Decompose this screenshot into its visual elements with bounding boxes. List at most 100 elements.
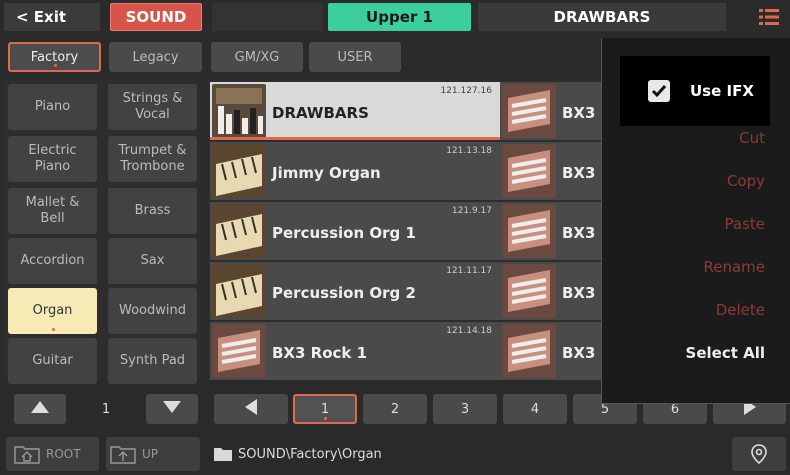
menu-item-label: Select All xyxy=(685,344,765,362)
bx3-organ-thumb xyxy=(502,204,556,258)
category-label: Trumpet & Trombone xyxy=(118,143,187,174)
category-organ[interactable]: Organ xyxy=(8,288,97,334)
category-scroll-up-button[interactable] xyxy=(14,394,66,424)
page-number: 2 xyxy=(390,401,400,417)
page-number: 1 xyxy=(320,401,330,417)
bx3-organ-thumb xyxy=(502,264,556,318)
menu-item-paste: Paste xyxy=(602,204,790,244)
topbar-spacer xyxy=(212,3,322,31)
sound-name: Percussion Org 1 xyxy=(272,224,416,242)
organ-keys-thumb xyxy=(212,264,266,318)
sound-item-percussion-org-2[interactable]: Percussion Org 2 121.11.17 xyxy=(210,262,500,320)
page-button-3[interactable]: 3 xyxy=(433,394,497,424)
page-prev-button[interactable] xyxy=(214,394,288,424)
category-label: Electric Piano xyxy=(28,143,77,174)
sound-name: DRAWBARS xyxy=(272,104,369,122)
sound-name: BX3 xyxy=(562,284,596,302)
category-sax[interactable]: Sax xyxy=(108,238,197,284)
sound-name: BX3 xyxy=(562,224,596,242)
folder-icon xyxy=(214,447,232,461)
folder-home-icon xyxy=(14,444,40,464)
location-button[interactable] xyxy=(732,437,786,471)
menu-item-rename: Rename xyxy=(602,247,790,287)
category-accordion[interactable]: Accordion xyxy=(8,238,97,284)
menu-item-delete: Delete xyxy=(602,290,790,330)
use-ifx-label: Use IFX xyxy=(690,82,754,100)
checkbox-checked-icon xyxy=(648,80,670,102)
category-label: Piano xyxy=(34,99,71,114)
use-ifx-item[interactable]: Use IFX xyxy=(620,56,770,126)
page-number: 3 xyxy=(460,401,470,417)
program-code: 121.13.18 xyxy=(446,146,492,156)
tab-label: GM/XG xyxy=(234,49,280,65)
menu-item-label: Cut xyxy=(739,129,765,147)
category-panel: Piano Strings & Vocal Electric Piano Tru… xyxy=(4,80,200,384)
exit-button[interactable]: < Exit xyxy=(4,3,100,31)
menu-item-copy: Copy xyxy=(602,161,790,201)
bx3-organ-thumb xyxy=(502,324,556,378)
menu-item-label: Copy xyxy=(726,172,765,190)
sound-item-drawbars[interactable]: DRAWBARS 121.127.16 xyxy=(210,82,500,140)
bx3-organ-thumb xyxy=(502,84,556,138)
root-button[interactable]: ROOT xyxy=(6,437,99,471)
category-woodwind[interactable]: Woodwind xyxy=(108,288,197,334)
sound-mode-button[interactable]: SOUND xyxy=(110,3,202,31)
tab-legacy[interactable]: Legacy xyxy=(109,42,202,72)
sound-name: Percussion Org 2 xyxy=(272,284,416,302)
triangle-down-icon xyxy=(163,401,181,417)
menu-item-label: Rename xyxy=(703,258,765,276)
sound-name: BX3 xyxy=(562,104,596,122)
menu-item-select-all[interactable]: Select All xyxy=(602,333,790,373)
page-menu-dropdown: Use IFX Cut Copy Paste Rename Delete Sel… xyxy=(601,38,790,404)
category-page-number: 1 xyxy=(101,401,111,417)
program-code: 121.127.16 xyxy=(440,86,492,96)
organ-keys-thumb xyxy=(212,204,266,258)
tab-label: USER xyxy=(337,49,373,65)
page-number: 4 xyxy=(530,401,540,417)
category-label: Brass xyxy=(134,203,171,218)
page-button-1[interactable]: 1 xyxy=(293,394,357,424)
triangle-up-icon xyxy=(31,401,49,417)
category-electric-piano[interactable]: Electric Piano xyxy=(8,136,97,182)
triangle-left-icon xyxy=(245,399,257,419)
folder-up-icon xyxy=(110,444,136,464)
sound-item-jimmy-organ[interactable]: Jimmy Organ 121.13.18 xyxy=(210,142,500,200)
sound-item-percussion-org-1[interactable]: Percussion Org 1 121.9.17 xyxy=(210,202,500,260)
tab-label: Factory xyxy=(30,49,79,65)
up-button[interactable]: UP xyxy=(106,437,200,471)
organ-keys-thumb xyxy=(212,144,266,198)
page-menu-icon[interactable] xyxy=(752,3,786,31)
tab-gm-xg[interactable]: GM/XG xyxy=(211,42,303,72)
category-label: Synth Pad xyxy=(119,353,186,368)
category-label: Accordion xyxy=(20,253,85,268)
top-bar: < Exit SOUND Upper 1 DRAWBARS xyxy=(0,0,790,34)
category-strings-vocal[interactable]: Strings & Vocal xyxy=(108,84,197,130)
category-label: Strings & Vocal xyxy=(122,91,183,122)
menu-item-cut: Cut xyxy=(602,118,790,158)
category-trumpet-trombone[interactable]: Trumpet & Trombone xyxy=(108,136,197,182)
current-path: SOUND\Factory\Organ xyxy=(214,437,382,471)
category-guitar[interactable]: Guitar xyxy=(8,338,97,384)
drawbar-organ-thumb xyxy=(212,84,266,138)
category-label: Mallet & Bell xyxy=(25,195,80,226)
menu-item-label: Delete xyxy=(715,301,765,319)
category-label: Sax xyxy=(140,253,165,268)
keyboard-part-button[interactable]: Upper 1 xyxy=(328,3,471,31)
tab-user[interactable]: USER xyxy=(309,42,401,72)
category-label: Guitar xyxy=(32,353,73,368)
category-label: Organ xyxy=(32,303,73,318)
page-button-4[interactable]: 4 xyxy=(503,394,567,424)
sound-item-bx3-rock-1[interactable]: BX3 Rock 1 121.14.18 xyxy=(210,322,500,380)
up-label: UP xyxy=(142,447,159,461)
category-mallet-bell[interactable]: Mallet & Bell xyxy=(8,188,97,234)
menu-item-label: Paste xyxy=(724,215,766,233)
category-piano[interactable]: Piano xyxy=(8,84,97,130)
sound-name: BX3 Rock 1 xyxy=(272,344,368,362)
tab-factory[interactable]: Factory xyxy=(8,42,101,72)
category-brass[interactable]: Brass xyxy=(108,188,197,234)
page-button-2[interactable]: 2 xyxy=(363,394,427,424)
bx3-organ-thumb xyxy=(502,144,556,198)
category-scroll-down-button[interactable] xyxy=(146,394,198,424)
category-synth-pad[interactable]: Synth Pad xyxy=(108,338,197,384)
program-code: 121.14.18 xyxy=(446,326,492,336)
